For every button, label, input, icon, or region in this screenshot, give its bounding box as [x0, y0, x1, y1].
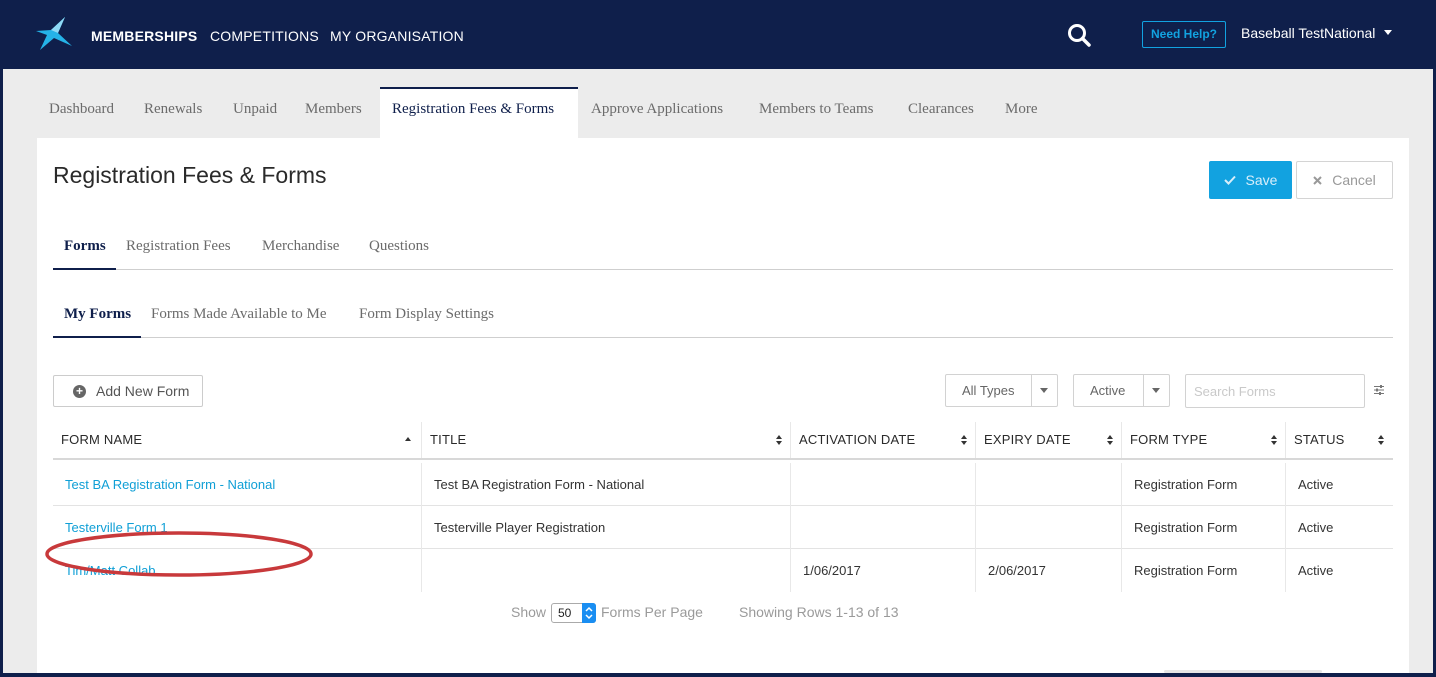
form-title: Testerville Player Registration [422, 506, 791, 549]
table-header: FORM NAME TITLE ACTIVATION DATE EXPIRY D… [53, 422, 1393, 460]
top-navbar: MEMBERSHIPS COMPETITIONS MY ORGANISATION… [0, 0, 1436, 69]
form-name-link[interactable]: Test BA Registration Form - National [53, 463, 422, 506]
subtab-registration-fees[interactable]: Registration Fees [126, 238, 231, 255]
expiry-date: 2/06/2017 [976, 549, 1122, 592]
page-title: Registration Fees & Forms [53, 162, 327, 188]
col-activation-date[interactable]: ACTIVATION DATE [791, 422, 976, 458]
sort-icon [1378, 435, 1384, 445]
select-divider [1031, 375, 1032, 406]
formtab-forms-made-available[interactable]: Forms Made Available to Me [151, 306, 327, 323]
form-tabs: My Forms Forms Made Available to Me Form… [53, 298, 1393, 338]
expiry-date [976, 506, 1122, 549]
form-status: Active [1298, 563, 1334, 578]
tab-members[interactable]: Members [305, 101, 362, 118]
chevron-down-icon [1040, 388, 1048, 393]
need-help-button[interactable]: Need Help? [1142, 21, 1226, 48]
cancel-button[interactable]: Cancel [1296, 161, 1393, 199]
subtab-merchandise[interactable]: Merchandise [262, 238, 339, 255]
rows-per-page-select[interactable]: 50 [551, 603, 596, 623]
form-type: Registration Form [1122, 463, 1286, 506]
col-title-label: TITLE [430, 432, 467, 447]
user-menu[interactable]: Baseball TestNational [1241, 25, 1375, 41]
activation-date [791, 506, 976, 549]
col-expiry-date-label: EXPIRY DATE [984, 432, 1071, 447]
form-title [422, 549, 791, 592]
col-title[interactable]: TITLE [422, 422, 791, 458]
horizontal-scrollbar[interactable] [1164, 670, 1322, 673]
table-row: Test BA Registration Form - National Tes… [53, 463, 1393, 506]
sort-icon [776, 435, 782, 445]
chevron-down-icon [1152, 388, 1160, 393]
form-status: Active [1298, 477, 1334, 492]
col-status[interactable]: STATUS [1286, 422, 1393, 458]
nav-competitions[interactable]: COMPETITIONS [210, 28, 319, 44]
add-new-form-label: Add New Form [96, 383, 190, 399]
section-tabs: Forms Registration Fees Merchandise Ques… [53, 230, 1393, 270]
form-title: Test BA Registration Form - National [422, 463, 791, 506]
add-new-form-button[interactable]: + Add New Form [53, 375, 203, 407]
col-form-name-label: FORM NAME [61, 432, 143, 447]
tab-approve-applications[interactable]: Approve Applications [591, 101, 723, 118]
tab-registration-fees-forms[interactable]: Registration Fees & Forms [392, 101, 554, 118]
search-icon[interactable] [1066, 22, 1092, 48]
form-type: Registration Form [1122, 506, 1286, 549]
col-form-type[interactable]: FORM TYPE [1122, 422, 1286, 458]
tab-members-to-teams[interactable]: Members to Teams [759, 101, 874, 118]
sort-icon [1271, 435, 1277, 445]
cancel-button-label: Cancel [1332, 172, 1376, 188]
tab-more[interactable]: More [1005, 101, 1038, 118]
nav-my-organisation[interactable]: MY ORGANISATION [330, 28, 464, 44]
type-filter-select[interactable]: All Types [945, 374, 1058, 407]
activation-date: 1/06/2017 [791, 549, 976, 592]
pagination-per-page-label: Forms Per Page [601, 604, 703, 620]
formtab-my-forms[interactable]: My Forms [64, 306, 131, 323]
tab-renewals[interactable]: Renewals [144, 101, 202, 118]
save-button[interactable]: Save [1209, 161, 1292, 199]
content-frame: Dashboard Renewals Unpaid Members Regist… [3, 69, 1433, 673]
col-activation-date-label: ACTIVATION DATE [799, 432, 916, 447]
chevron-down-icon[interactable] [1384, 30, 1392, 35]
active-formtab-underline [53, 336, 141, 338]
form-status: Active [1298, 520, 1334, 535]
sort-icon [1107, 435, 1113, 445]
check-icon [1223, 175, 1236, 185]
tab-unpaid[interactable]: Unpaid [233, 101, 277, 118]
active-subtab-underline [53, 268, 116, 270]
pagination-summary: Showing Rows 1-13 of 13 [739, 604, 899, 620]
spinner-icon[interactable] [582, 603, 596, 623]
tab-dashboard[interactable]: Dashboard [49, 101, 114, 118]
plus-circle-icon: + [73, 384, 86, 398]
formtab-form-display-settings[interactable]: Form Display Settings [359, 306, 494, 323]
nav-memberships[interactable]: MEMBERSHIPS [91, 28, 197, 44]
select-divider [1143, 375, 1144, 406]
pagination-show-label: Show [511, 604, 547, 620]
sort-asc-icon [405, 437, 411, 441]
close-icon [1313, 175, 1322, 185]
col-form-type-label: FORM TYPE [1130, 432, 1208, 447]
search-forms-input[interactable] [1185, 374, 1365, 408]
tab-clearances[interactable]: Clearances [908, 101, 974, 118]
activation-date [791, 463, 976, 506]
sort-icon [961, 435, 967, 445]
status-filter-select[interactable]: Active [1073, 374, 1170, 407]
subtab-questions[interactable]: Questions [369, 238, 429, 255]
status-filter-value: Active [1090, 383, 1126, 398]
expiry-date [976, 463, 1122, 506]
col-form-name[interactable]: FORM NAME [53, 422, 422, 458]
rows-per-page-value: 50 [558, 606, 572, 620]
subtab-forms[interactable]: Forms [64, 238, 106, 255]
highlight-ellipse [45, 531, 313, 577]
filter-settings-icon[interactable] [1373, 384, 1385, 396]
logo-icon[interactable] [34, 16, 72, 50]
col-status-label: STATUS [1294, 432, 1345, 447]
form-type: Registration Form [1122, 549, 1286, 592]
type-filter-value: All Types [962, 383, 1015, 398]
save-button-label: Save [1245, 172, 1278, 188]
col-expiry-date[interactable]: EXPIRY DATE [976, 422, 1122, 458]
main-panel: Registration Fees & Forms Save Cancel Fo… [37, 138, 1409, 673]
